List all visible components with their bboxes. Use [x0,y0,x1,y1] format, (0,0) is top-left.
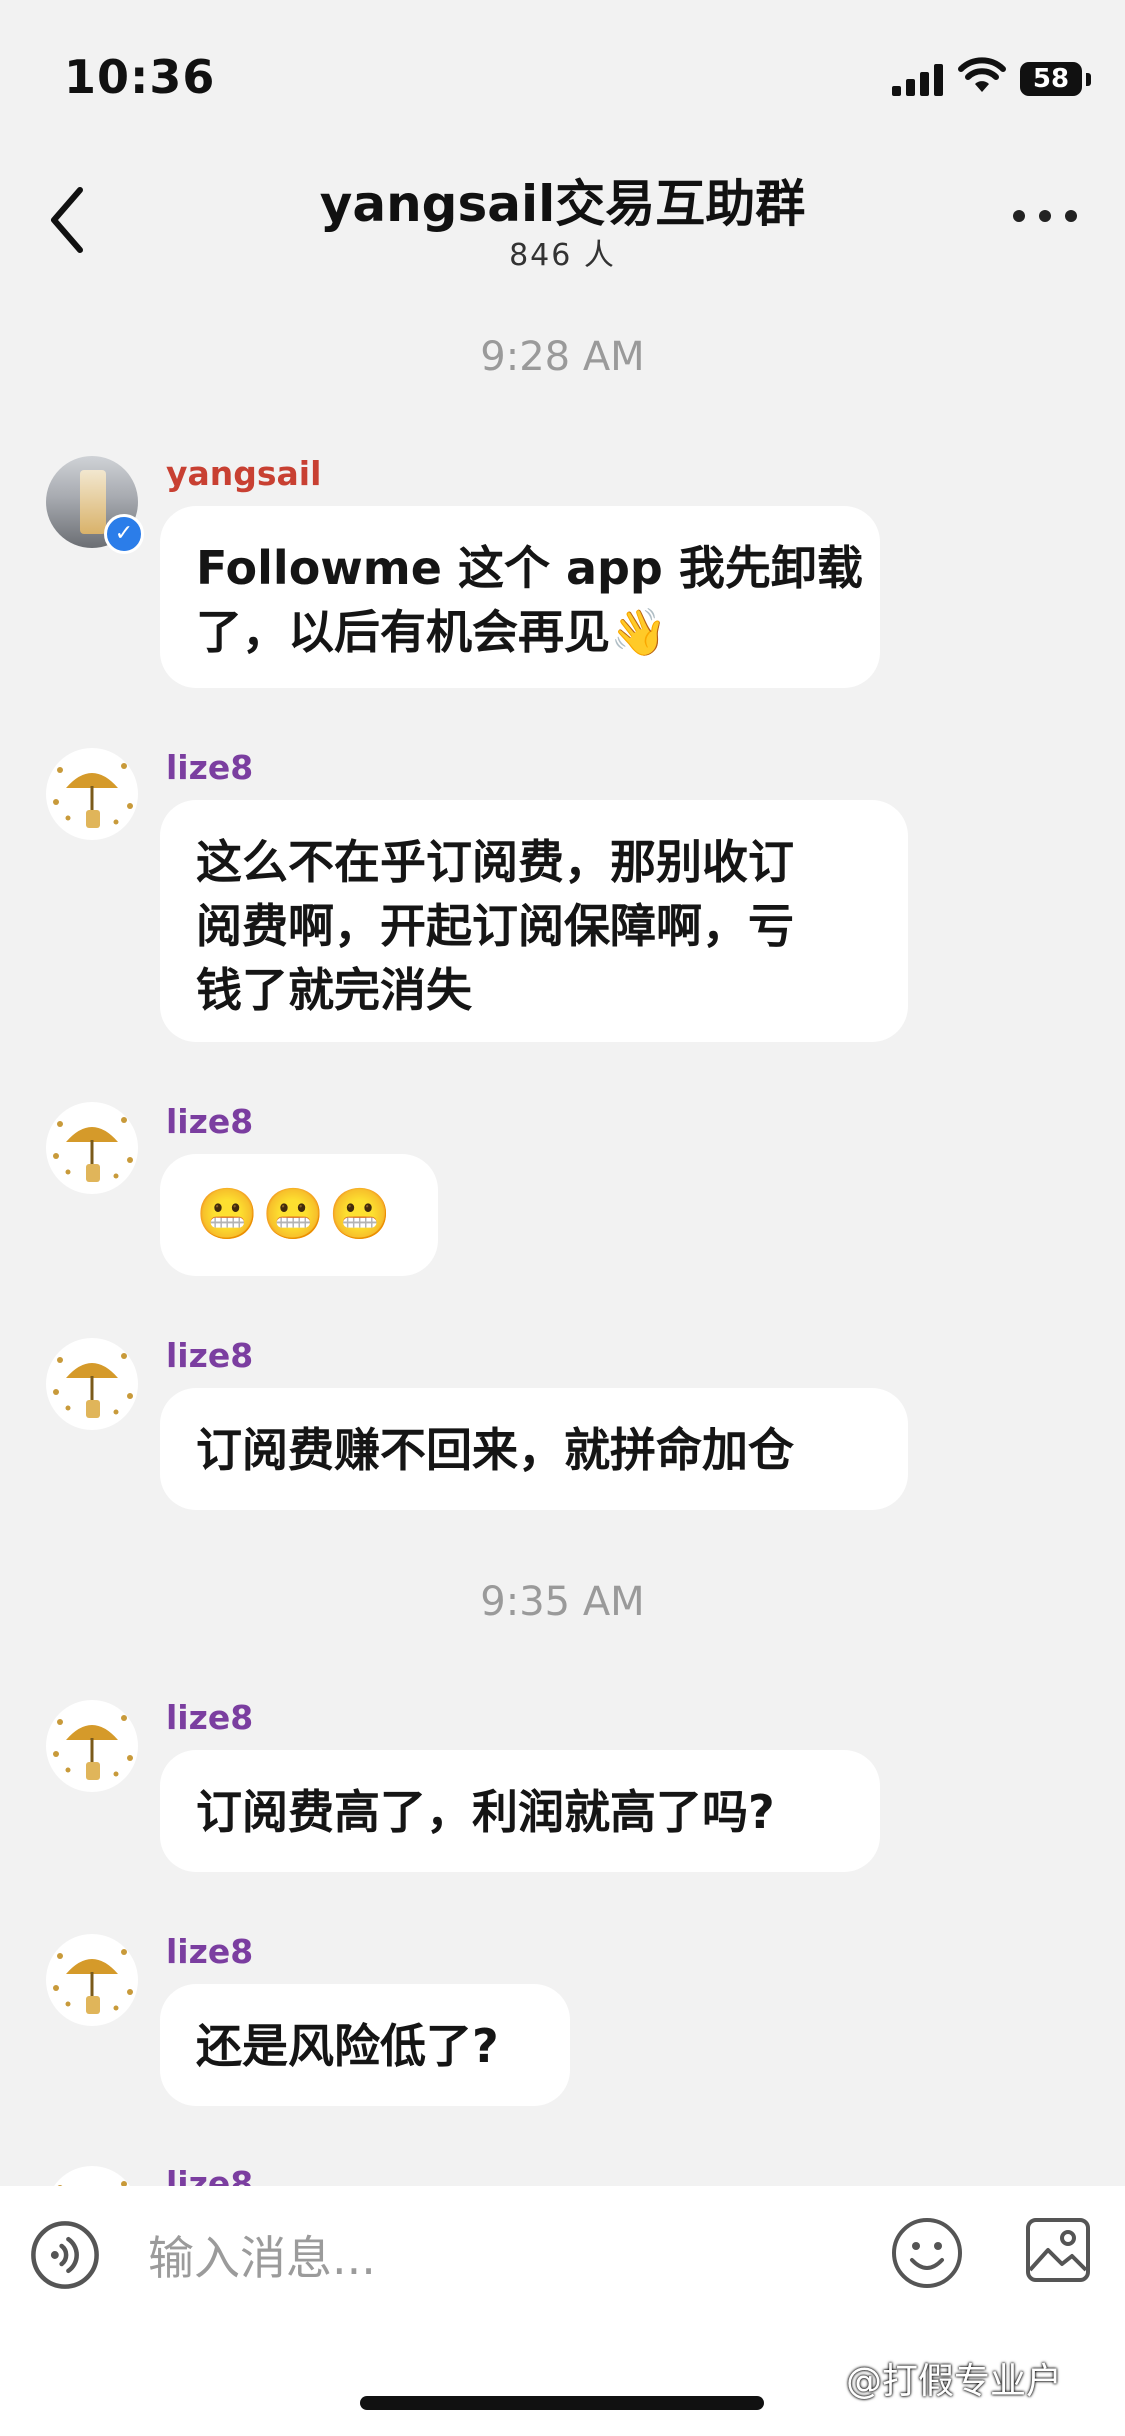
message-text: 这么不在乎订阅费，那别收订 [196,835,794,889]
status-bar: 10:36 58 [0,0,1125,160]
wifi-icon [958,57,1006,92]
message-text: 还是风险低了? [196,2019,499,2073]
umbrella-icon [53,1949,133,2014]
message-text: 了，以后有机会再见👋 [196,605,668,659]
umbrella-icon [53,1117,133,1182]
voice-icon[interactable] [30,2220,100,2290]
watermark: @打假专业户 [846,2361,1063,2402]
avatar[interactable] [46,748,138,840]
sender-name[interactable]: lize8 [166,1698,253,1737]
message-text: 阅费啊，开起订阅保障啊，亏 [196,899,794,953]
avatar[interactable] [46,1934,138,2026]
message-bubble[interactable]: 订阅费赚不回来，就拼命加仓 [160,1388,908,1510]
status-time: 10:36 [64,50,216,104]
sender-name[interactable]: lize8 [166,1336,253,1375]
emoji-icon[interactable] [890,2216,964,2290]
message-text: 订阅费高了，利润就高了吗? [196,1785,775,1839]
message-bubble[interactable]: 订阅费高了，利润就高了吗? [160,1750,880,1872]
signal-icon [892,64,943,96]
message-bubble[interactable]: Followme 这个 app 我先卸载 了，以后有机会再见👋 [160,506,880,688]
time-separator: 9:28 AM [480,334,645,380]
image-icon[interactable] [1024,2216,1092,2284]
home-indicator[interactable] [360,2396,764,2410]
message-text: 😬😬😬 [196,1185,395,1243]
battery-icon: 58 [1020,62,1091,96]
message-text: Followme 这个 app 我先卸载 [196,541,863,595]
message-bubble[interactable]: 😬😬😬 [160,1154,438,1276]
more-options-icon[interactable] [1010,196,1080,236]
message-text: 订阅费赚不回来，就拼命加仓 [196,1423,794,1477]
time-separator: 9:35 AM [480,1579,645,1625]
sender-name[interactable]: yangsail [166,454,321,493]
chat-title: yangsail交易互助群 [319,175,806,233]
avatar[interactable] [46,1338,138,1430]
umbrella-icon [53,1715,133,1780]
chat-header: yangsail交易互助群 846 人 [0,160,1125,280]
avatar[interactable] [46,1102,138,1194]
message-input[interactable] [146,2222,850,2294]
sender-name[interactable]: lize8 [166,1102,253,1141]
message-bubble[interactable]: 这么不在乎订阅费，那别收订 阅费啊，开起订阅保障啊，亏 钱了就完消失 [160,800,908,1042]
message-bubble[interactable]: 还是风险低了? [160,1984,570,2106]
member-count: 846 人 [509,238,616,273]
sender-name[interactable]: lize8 [166,1932,253,1971]
message-text: 钱了就完消失 [196,963,472,1017]
sender-name[interactable]: lize8 [166,748,253,787]
avatar[interactable] [46,1700,138,1792]
verified-badge-icon: ✓ [104,514,144,554]
umbrella-icon [53,1353,133,1418]
umbrella-icon [53,763,133,828]
